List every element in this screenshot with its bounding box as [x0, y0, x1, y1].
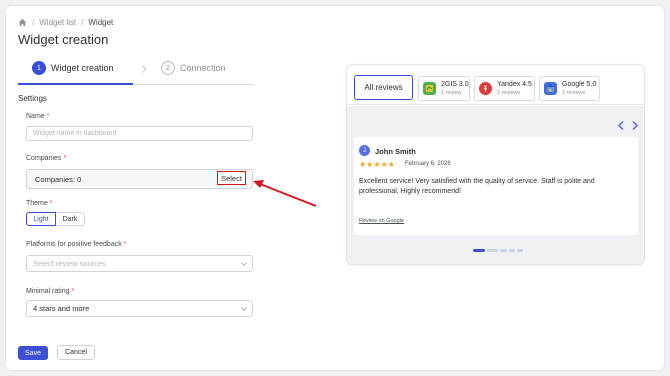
- platforms-label-text: Platforms for positive feedback: [26, 241, 122, 248]
- stepper: 1 Widget creation 2 Connection: [18, 59, 254, 85]
- breadcrumb-current: Widget: [88, 18, 114, 27]
- step-label: Connection: [180, 63, 226, 73]
- chevron-left-icon[interactable]: [617, 121, 625, 130]
- carousel-dot[interactable]: [509, 249, 515, 252]
- review-author: John Smith: [375, 147, 416, 156]
- minimal-rating-select[interactable]: 4 stars and more: [26, 300, 253, 317]
- home-icon[interactable]: [18, 18, 27, 27]
- required-mark: *: [71, 288, 75, 295]
- platforms-placeholder: Select review sources: [33, 259, 106, 268]
- rating-value: 4 stars and more: [33, 304, 90, 313]
- source-count: 2 reviews: [562, 90, 586, 96]
- theme-dark-option[interactable]: Dark: [56, 212, 85, 226]
- google-icon: [544, 82, 557, 95]
- name-placeholder: Widget name in dashboard: [33, 130, 117, 137]
- companies-label: Companies *: [26, 155, 66, 162]
- avatar: J: [359, 145, 370, 156]
- rating-label: Minimal rating *: [26, 288, 74, 295]
- chevron-right-icon: [142, 65, 147, 73]
- step-label: Widget creation: [51, 63, 114, 73]
- required-mark: *: [46, 113, 50, 120]
- all-reviews-tab[interactable]: All reviews: [354, 75, 413, 100]
- yandex-icon: [479, 82, 492, 95]
- carousel-dot[interactable]: [487, 249, 498, 252]
- rating-label-text: Minimal rating: [26, 288, 70, 295]
- name-label-text: Name: [26, 113, 45, 120]
- breadcrumb-widget-list[interactable]: Widget list: [39, 18, 76, 27]
- required-mark: *: [49, 200, 53, 207]
- source-name: Google 5.0: [562, 81, 597, 88]
- platforms-select[interactable]: Select review sources: [26, 255, 253, 272]
- active-step-indicator: [18, 83, 133, 85]
- carousel-nav: [617, 121, 639, 130]
- carousel-dots: [473, 249, 523, 252]
- review-card: J John Smith ★★★★★ February 6, 2026 Exce…: [354, 137, 638, 235]
- required-mark: *: [123, 241, 127, 248]
- breadcrumb: / Widget list / Widget: [18, 18, 113, 27]
- companies-label-text: Companies: [26, 155, 62, 162]
- source-tab-google[interactable]: Google 5.0 2 reviews: [539, 76, 600, 101]
- preview-header: All reviews 2GIS 3.0 1 review Yandex 4.5 2…: [347, 65, 644, 105]
- required-mark: *: [63, 155, 67, 162]
- select-companies-button[interactable]: Select: [217, 171, 246, 185]
- source-tab-yandex[interactable]: Yandex 4.5 2 reviews: [474, 76, 535, 101]
- annotation-arrow: [253, 180, 317, 207]
- source-count: 2 reviews: [497, 90, 521, 96]
- breadcrumb-separator: /: [32, 18, 35, 27]
- chevron-right-icon[interactable]: [631, 121, 639, 130]
- theme-toggle: Light Dark: [26, 212, 85, 226]
- save-button[interactable]: Save: [18, 346, 48, 360]
- companies-count: Companies: 0: [35, 174, 82, 184]
- 2gis-icon: [423, 82, 436, 95]
- source-name: 2GIS 3.0: [441, 81, 469, 88]
- carousel-dot[interactable]: [500, 249, 507, 252]
- theme-light-option[interactable]: Light: [26, 212, 56, 226]
- widget-name-input[interactable]: Widget name in dashboard: [26, 126, 253, 141]
- widget-preview: All reviews 2GIS 3.0 1 review Yandex 4.5 2…: [347, 65, 644, 264]
- carousel-dot[interactable]: [517, 249, 523, 252]
- source-name: Yandex 4.5: [497, 81, 532, 88]
- step-number: 1: [32, 61, 46, 75]
- theme-label: Theme *: [26, 200, 52, 207]
- breadcrumb-separator: /: [81, 18, 84, 27]
- review-source-link[interactable]: Review on Google: [359, 218, 404, 224]
- step-widget-creation[interactable]: 1 Widget creation: [32, 61, 114, 75]
- chevron-down-icon: [241, 307, 247, 312]
- review-date: February 6, 2026: [405, 161, 451, 167]
- source-tab-2gis[interactable]: 2GIS 3.0 1 review: [418, 76, 470, 101]
- step-number: 2: [161, 61, 175, 75]
- theme-label-text: Theme: [26, 200, 48, 207]
- page-card: / Widget list / Widget Widget creation 1…: [6, 6, 664, 370]
- star-rating: ★★★★★: [359, 160, 395, 169]
- step-connection[interactable]: 2 Connection: [161, 61, 226, 75]
- chevron-down-icon: [241, 262, 247, 267]
- cancel-button[interactable]: Cancel: [57, 345, 95, 360]
- carousel-dot-active[interactable]: [473, 249, 485, 252]
- source-count: 1 review: [441, 90, 462, 96]
- platforms-label: Platforms for positive feedback *: [26, 241, 126, 248]
- review-text: Excellent service! Very satisfied with t…: [359, 178, 595, 195]
- name-label: Name *: [26, 113, 49, 120]
- page-title: Widget creation: [18, 32, 109, 47]
- settings-heading: Settings: [18, 94, 47, 103]
